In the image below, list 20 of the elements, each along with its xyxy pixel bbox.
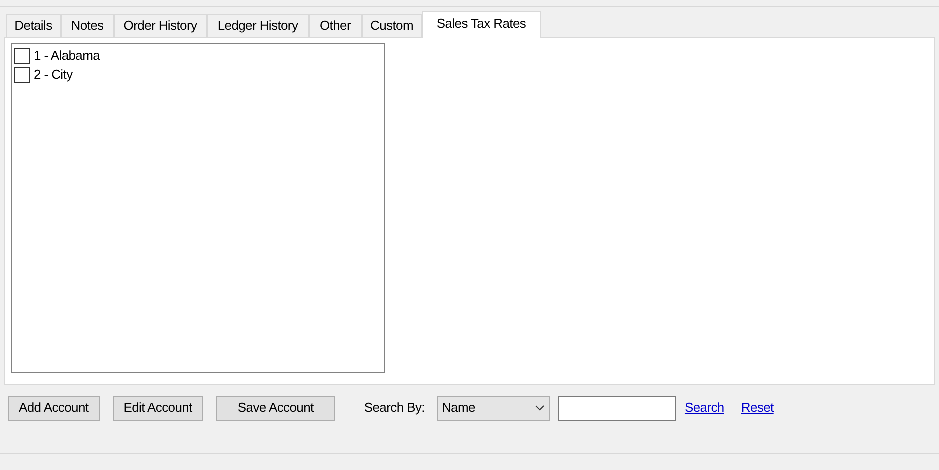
tab[interactable]: Custom — [362, 14, 422, 37]
tax-rate-label: 1 - Alabama — [34, 46, 100, 65]
tab[interactable]: Notes — [61, 14, 114, 37]
checkbox[interactable] — [14, 66, 30, 82]
tab[interactable]: Ledger History — [207, 14, 309, 37]
tab[interactable]: Sales Tax Rates — [422, 11, 541, 38]
account-button[interactable]: Add Account — [8, 396, 100, 420]
tab[interactable]: Order History — [114, 14, 207, 37]
account-button[interactable]: Save Account — [216, 396, 336, 420]
search-by-dropdown[interactable]: Name — [436, 396, 550, 420]
account-button[interactable]: Edit Account — [112, 396, 204, 420]
search-field[interactable] — [558, 396, 676, 420]
tax-rate-label: 2 - City — [34, 66, 73, 84]
tab[interactable]: Details — [6, 14, 61, 37]
chevron-icon — [534, 405, 545, 411]
checkbox[interactable] — [14, 48, 30, 64]
search-link[interactable]: Search — [684, 398, 724, 418]
tab[interactable]: Other — [309, 14, 362, 37]
reset-link[interactable]: Reset — [741, 398, 774, 418]
search-by-label: Search By: — [364, 399, 425, 418]
